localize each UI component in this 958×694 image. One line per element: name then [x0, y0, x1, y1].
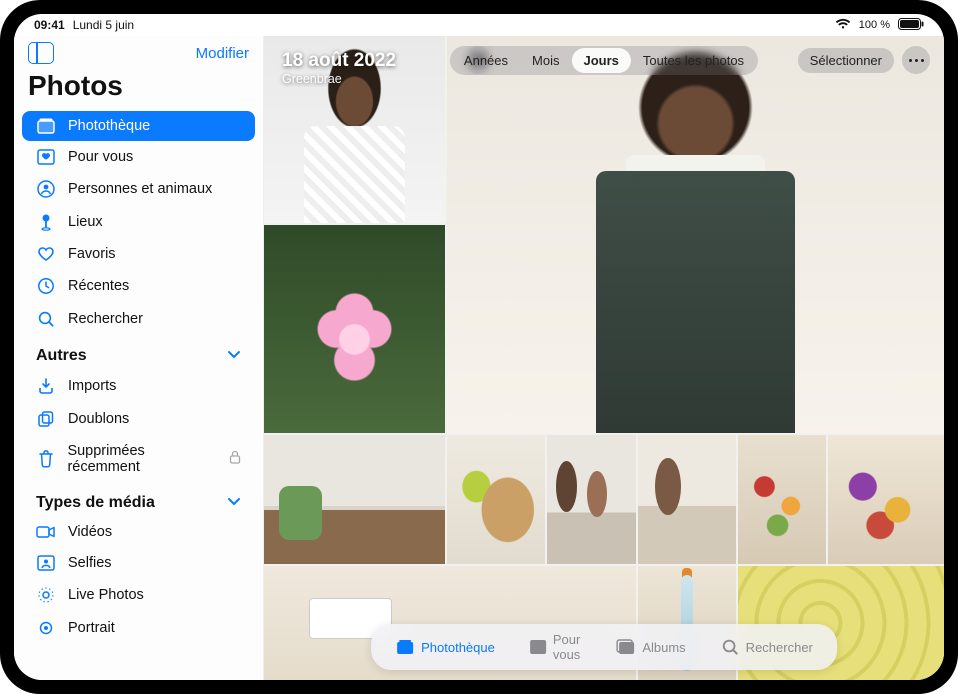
sidebar-item-search[interactable]: Rechercher	[22, 303, 255, 335]
photo-thumbnail[interactable]	[447, 435, 545, 564]
wifi-icon	[835, 18, 851, 33]
sidebar-title: Photos	[14, 66, 263, 110]
sidebar: Modifier Photos Photothèque Pour	[14, 36, 264, 680]
sidebar-item-portrait[interactable]: Portrait	[22, 612, 255, 644]
sidebar-item-favorites[interactable]: Favoris	[22, 239, 255, 269]
tab-label: Rechercher	[746, 640, 813, 655]
clock-icon	[36, 277, 56, 295]
tab-albums[interactable]: Albums	[616, 632, 685, 662]
selfie-icon	[36, 555, 56, 571]
date-header[interactable]: 18 août 2022 Greenbrae	[282, 50, 396, 86]
search-icon	[720, 639, 740, 655]
sidebar-nav[interactable]: Photothèque Pour vous Personnes et anima…	[14, 110, 263, 680]
people-icon	[36, 180, 56, 198]
tab-library[interactable]: Photothèque	[395, 632, 495, 662]
sidebar-item-label: Favoris	[68, 246, 116, 262]
day-date: 18 août 2022	[282, 50, 396, 72]
sidebar-item-selfies[interactable]: Selfies	[22, 548, 255, 578]
sidebar-item-places[interactable]: Lieux	[22, 206, 255, 238]
app-body: Modifier Photos Photothèque Pour	[14, 36, 944, 680]
search-icon	[36, 310, 56, 328]
library-icon	[36, 118, 56, 134]
sidebar-item-label: Portrait	[68, 620, 115, 636]
sidebar-item-recents[interactable]: Récentes	[22, 270, 255, 302]
chevron-down-icon	[227, 494, 241, 512]
chevron-down-icon	[227, 347, 241, 365]
video-icon	[36, 525, 56, 539]
screen: 09:41 Lundi 5 juin 100 % Modifier	[14, 14, 944, 680]
tab-label: Pour vous	[553, 632, 582, 662]
photo-thumbnail[interactable]	[638, 435, 736, 564]
sidebar-item-duplicates[interactable]: Doublons	[22, 403, 255, 435]
photo-thumbnail[interactable]	[738, 435, 827, 564]
sidebar-item-label: Personnes et animaux	[68, 181, 212, 197]
sidebar-item-label: Supprimées récemment	[67, 443, 217, 475]
sidebar-item-label: Récentes	[68, 278, 129, 294]
more-button[interactable]	[902, 46, 930, 74]
select-button[interactable]: Sélectionner	[798, 48, 894, 73]
sidebar-item-deleted[interactable]: Supprimées récemment	[22, 436, 255, 482]
photo-thumbnail[interactable]	[447, 36, 944, 433]
tab-label: Photothèque	[421, 640, 495, 655]
status-bar: 09:41 Lundi 5 juin 100 %	[14, 14, 944, 36]
photo-grid[interactable]	[264, 36, 944, 680]
photo-thumbnail[interactable]	[264, 435, 445, 564]
foryou-icon	[36, 149, 56, 165]
albums-icon	[616, 639, 636, 655]
sidebar-item-library[interactable]: Photothèque	[22, 111, 255, 141]
livephoto-icon	[36, 586, 56, 604]
sidebar-item-livephotos[interactable]: Live Photos	[22, 579, 255, 611]
day-location: Greenbrae	[282, 72, 396, 86]
sidebar-item-label: Photothèque	[68, 118, 150, 134]
sidebar-item-label: Pour vous	[68, 149, 133, 165]
import-icon	[36, 377, 56, 395]
sidebar-section-other[interactable]: Autres	[22, 339, 255, 369]
sidebar-item-imports[interactable]: Imports	[22, 370, 255, 402]
sidebar-item-label: Selfies	[68, 555, 112, 571]
photo-thumbnail[interactable]	[828, 435, 944, 564]
tab-foryou[interactable]: Pour vous	[529, 632, 582, 662]
sidebar-item-label: Live Photos	[68, 587, 144, 603]
library-icon	[395, 639, 415, 655]
segment-all[interactable]: Toutes les photos	[631, 48, 756, 73]
status-time: 09:41	[34, 18, 65, 32]
photo-thumbnail[interactable]	[547, 435, 636, 564]
segment-years[interactable]: Années	[452, 48, 520, 73]
sidebar-item-label: Vidéos	[68, 524, 112, 540]
lock-icon	[229, 450, 241, 468]
portrait-icon	[36, 619, 56, 637]
sidebar-item-label: Doublons	[68, 411, 129, 427]
edit-button[interactable]: Modifier	[196, 45, 249, 62]
sidebar-item-label: Lieux	[68, 214, 103, 230]
segment-months[interactable]: Mois	[520, 48, 571, 73]
tab-bar: Photothèque Pour vous Albums	[371, 624, 837, 670]
photo-thumbnail[interactable]	[264, 225, 445, 433]
trash-icon	[36, 450, 55, 468]
sidebar-item-label: Imports	[68, 378, 116, 394]
tab-label: Albums	[642, 640, 685, 655]
status-date: Lundi 5 juin	[73, 18, 134, 32]
ipad-frame: 09:41 Lundi 5 juin 100 % Modifier	[0, 0, 958, 694]
sidebar-item-foryou[interactable]: Pour vous	[22, 142, 255, 172]
main-content: 18 août 2022 Greenbrae Années Mois Jours…	[264, 36, 944, 680]
sidebar-item-videos[interactable]: Vidéos	[22, 517, 255, 547]
sidebar-item-label: Rechercher	[68, 311, 143, 327]
sidebar-toggle-icon[interactable]	[28, 42, 54, 64]
tab-search[interactable]: Rechercher	[720, 632, 813, 662]
pin-icon	[36, 213, 56, 231]
view-segmented-control[interactable]: Années Mois Jours Toutes les photos	[450, 46, 758, 75]
duplicates-icon	[36, 410, 56, 428]
heart-icon	[36, 246, 56, 262]
foryou-icon	[529, 639, 547, 655]
battery-text: 100 %	[859, 19, 890, 31]
battery-icon	[898, 18, 924, 33]
sidebar-item-people[interactable]: Personnes et animaux	[22, 173, 255, 205]
sidebar-section-media[interactable]: Types de média	[22, 486, 255, 516]
segment-days[interactable]: Jours	[571, 48, 630, 73]
